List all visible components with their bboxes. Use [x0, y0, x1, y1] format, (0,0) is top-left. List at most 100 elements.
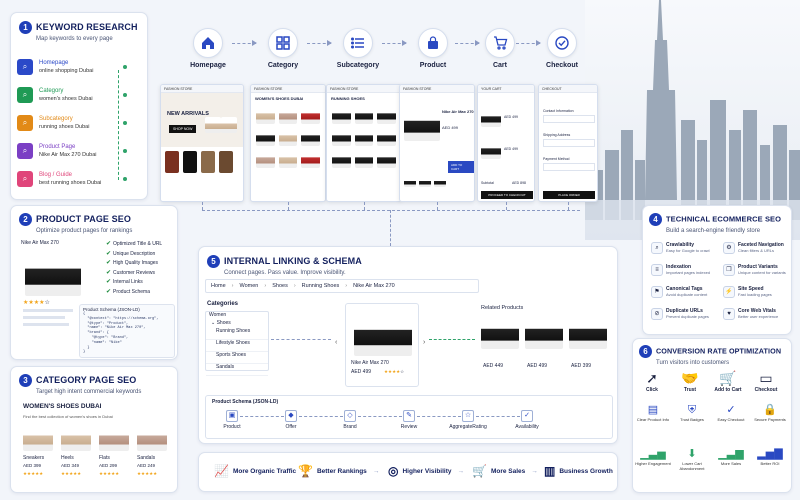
product-name: Sneakers [23, 455, 45, 461]
checkmark-icon: ✔ [106, 241, 112, 247]
technical-item-desc: Prevent duplicate pages [666, 314, 709, 319]
panel-subtitle: Turn visitors into customers [656, 360, 730, 366]
hero-headline: NEW ARRIVALS [167, 111, 209, 117]
category-item[interactable]: Women [206, 312, 268, 320]
product-card[interactable]: Nike Air Max 270 AED 499 ★★★★☆ [345, 303, 419, 387]
technical-item-icon: ⌕ [651, 242, 663, 254]
conversion-step-label: Checkout [754, 387, 778, 393]
category-item[interactable]: ⌄ Shoes [206, 320, 268, 328]
product-image [354, 312, 412, 356]
keyword-item[interactable]: ⌕ Category women's shoes Dubai [17, 87, 145, 107]
thumbnail[interactable] [434, 177, 446, 187]
flow-step-cart[interactable]: Cart [470, 28, 530, 69]
panel-title: CONVERSION RATE OPTIMIZATION [656, 346, 782, 356]
add-to-cart-button[interactable]: ADD TO CART [448, 161, 474, 173]
keyword-page-label: Homepage [39, 60, 69, 66]
breadcrumb-item[interactable]: Nike Air Max 270 [353, 283, 395, 289]
contact-field[interactable] [543, 115, 595, 123]
connector-line [568, 202, 569, 210]
category-intro: Find the best collection of women's shoe… [23, 414, 113, 419]
benefit-label: Higher Visibility [402, 467, 452, 475]
proceed-to-checkout-button[interactable]: PROCEED TO CHECKOUT [481, 191, 533, 199]
shoe-image [354, 150, 374, 168]
related-product-card[interactable]: AED 399 [569, 315, 609, 375]
seo-check-item: ✔ High Quality Images [106, 259, 162, 269]
connector-line [202, 202, 203, 210]
category-product-card[interactable]: Sandals AED 249 ★★★★★ [137, 425, 171, 489]
seo-check-item: ✔ Product Schema [106, 288, 162, 298]
shipping-field[interactable] [543, 139, 595, 147]
feature-label: Clear Product Info [636, 417, 670, 422]
payment-field[interactable] [543, 163, 595, 171]
thumbnail[interactable] [404, 177, 416, 187]
category-product-card[interactable]: Flats AED 299 ★★★★★ [99, 425, 133, 489]
flow-step-category[interactable]: Category [253, 28, 313, 69]
breadcrumb-item[interactable]: Women [240, 283, 259, 289]
category-product-card[interactable]: Sneakers AED 399 ★★★★★ [23, 425, 57, 489]
keyword-item[interactable]: ⌕ Homepage online shopping Dubai [17, 59, 145, 79]
schema-brand-icon: ◇ [344, 410, 356, 422]
flow-step-subcategory[interactable]: Subcategory [328, 28, 388, 69]
category-item[interactable]: Sandals [206, 364, 268, 376]
benefit-item: ▥ Business Growth [544, 463, 613, 479]
technical-item-icon: ⚙ [723, 242, 735, 254]
breadcrumb-item[interactable]: Home [211, 283, 226, 289]
breadcrumb-item[interactable]: Running Shoes [302, 283, 340, 289]
category-item[interactable]: Running Shoes [206, 328, 268, 340]
product-price: AED 299 [99, 463, 118, 468]
shoe-image [278, 128, 298, 146]
technical-item-desc: Avoid duplicate content [666, 292, 708, 297]
flow-arrow [232, 40, 257, 46]
seo-checklist: ✔ Optimized Title & URL ✔ Unique Descriptio… [106, 240, 162, 297]
checkmark-icon: ✔ [106, 269, 112, 276]
shoe-image [256, 106, 275, 124]
schema-label: Product [223, 424, 241, 430]
flow-step-homepage[interactable]: Homepage [178, 28, 238, 69]
technical-item-desc: Better user experience [738, 314, 779, 319]
connector-dot [123, 121, 127, 125]
category-product-card[interactable]: Heels AED 349 ★★★★★ [61, 425, 95, 489]
step-number: 2 [19, 213, 32, 226]
keyword-item[interactable]: ⌕ Blog / Guide best running shoes Dubai [17, 171, 145, 191]
flow-arrow [307, 40, 332, 46]
breadcrumb-item[interactable]: Shoes [272, 283, 288, 289]
text-placeholder [23, 323, 69, 326]
flow-arrow [455, 40, 480, 46]
category-item[interactable]: Sports Shoes [206, 352, 268, 364]
connector-line [288, 202, 289, 210]
shop-now-button[interactable]: SHOP NOW [169, 125, 197, 133]
result-label: Better ROI [760, 461, 780, 466]
schema-label: Review [400, 424, 418, 430]
keyword-item[interactable]: ⌕ Subcategory running shoes Dubai [17, 115, 145, 135]
screen-category: FASHION STORE WOMEN'S SHOES DUBAI [250, 84, 326, 202]
shoe-image [332, 106, 351, 124]
prev-arrow-icon[interactable]: ‹ [335, 339, 337, 346]
connector-line [202, 210, 580, 211]
panel-subtitle: Optimize product pages for rankings [36, 228, 133, 234]
categories-title: Categories [207, 301, 239, 307]
conversion-step-label: Trust [683, 387, 697, 393]
place-order-button[interactable]: PLACE ORDER [543, 191, 595, 199]
connector-dot [123, 149, 127, 153]
related-product-card[interactable]: AED 499 [525, 315, 565, 375]
related-title: Related Products [481, 305, 524, 311]
trophy-icon: 🏆 [298, 464, 313, 478]
boot-image [219, 151, 233, 173]
schema-offer-icon: ◆ [285, 410, 297, 422]
category-item[interactable]: Lifestyle Shoes [206, 340, 268, 352]
keyword-item[interactable]: ⌕ Product Page Nike Air Max 270 Dubai [17, 143, 145, 163]
flow-step-checkout[interactable]: Checkout [532, 28, 592, 69]
checkout-field-label: Payment Method [543, 157, 570, 161]
related-product-card[interactable]: AED 449 [481, 315, 521, 375]
thumbnail-row [404, 177, 446, 187]
feature-label: Easy Checkout [717, 417, 745, 422]
code-line: } [83, 350, 86, 355]
thumbnail[interactable] [419, 177, 431, 187]
product-name: Flats [99, 455, 110, 461]
checkmark-icon: ✔ [106, 260, 112, 266]
category-label: Sandals [216, 364, 235, 370]
flow-step-product[interactable]: Product [403, 28, 463, 69]
technical-item-desc: Clean filters & URLs [738, 248, 775, 253]
flow-label: Subcategory [336, 62, 380, 69]
next-arrow-icon[interactable]: › [423, 339, 425, 346]
